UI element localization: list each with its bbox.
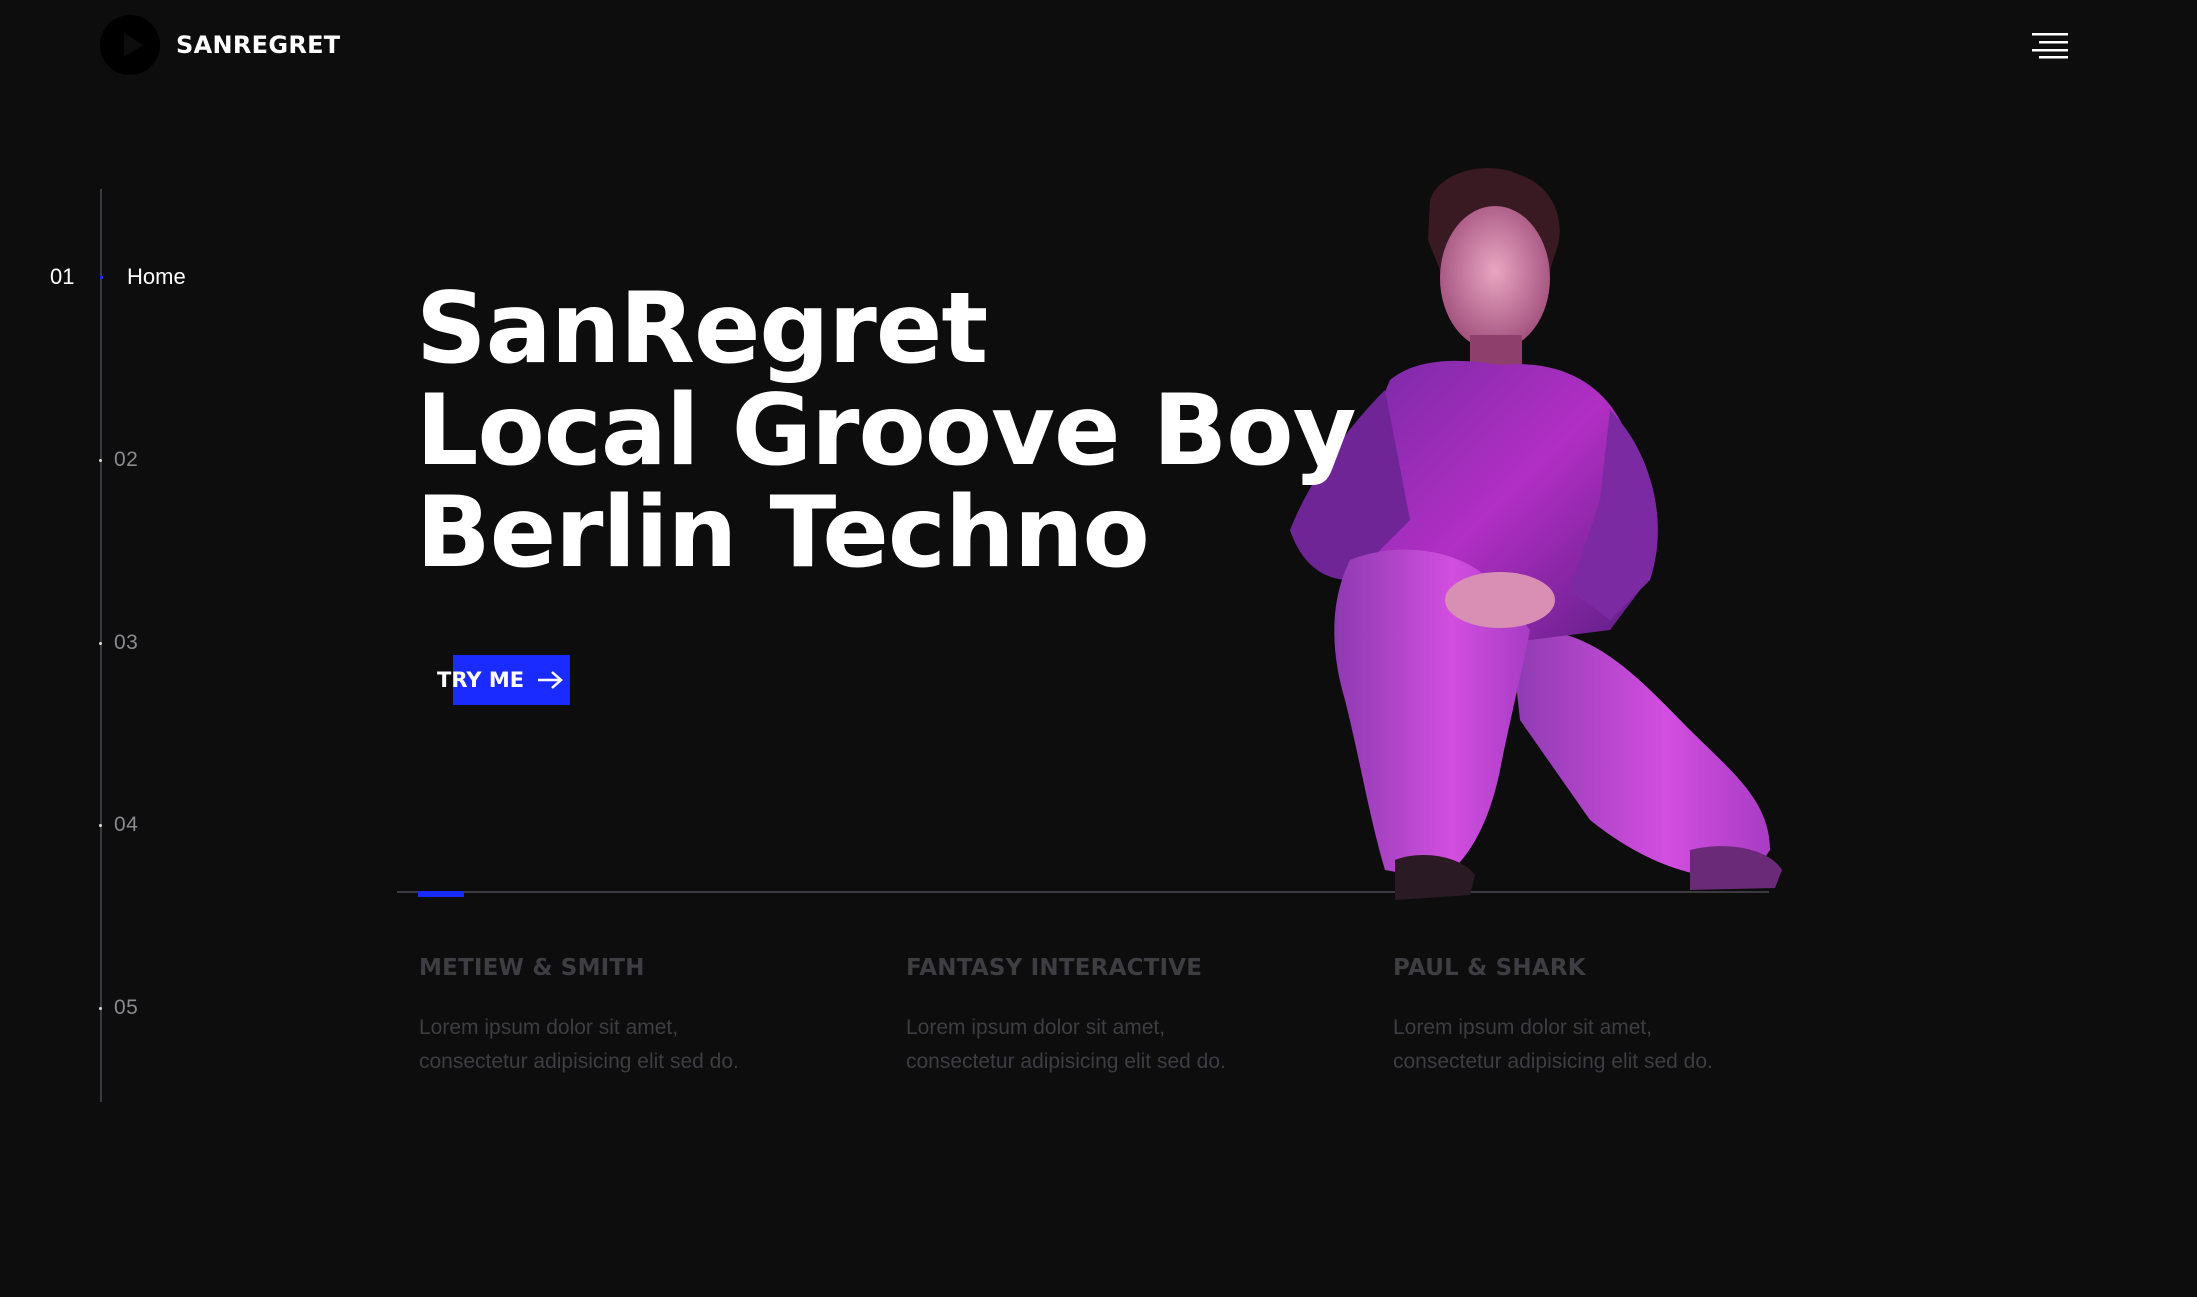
section-nav-number: 02 — [114, 448, 139, 471]
section-nav-number: 01 — [50, 264, 75, 289]
hero-title: SanRegret Local Groove Boy Berlin Techno — [416, 278, 1356, 584]
section-nav-dot — [99, 824, 102, 827]
section-nav-dot — [99, 459, 102, 462]
play-icon — [100, 15, 160, 75]
section-nav-line — [100, 189, 102, 1102]
section-nav-number: 05 — [114, 996, 139, 1019]
hero-title-line: Local Groove Boy — [416, 374, 1356, 488]
client-description: Lorem ipsum dolor sit amet, consectetur … — [1393, 1011, 1833, 1079]
client-description-line: Lorem ipsum dolor sit amet, — [906, 1016, 1166, 1039]
client-description-line: consectetur adipisicing elit sed do. — [1393, 1050, 1713, 1073]
client-name: PAUL & SHARK — [1393, 955, 1586, 981]
try-me-button[interactable]: TRY ME — [437, 655, 570, 705]
section-nav-dot — [99, 642, 102, 645]
arrow-right-icon — [538, 671, 563, 689]
section-nav-dot — [99, 1007, 102, 1010]
client-name: FANTASY INTERACTIVE — [906, 955, 1203, 981]
client-description: Lorem ipsum dolor sit amet, consectetur … — [419, 1011, 859, 1079]
client-card: FANTASY INTERACTIVE Lorem ipsum dolor si… — [906, 955, 1346, 1079]
client-name: METIEW & SMITH — [419, 955, 645, 981]
client-description-line: consectetur adipisicing elit sed do. — [419, 1050, 739, 1073]
client-description-line: consectetur adipisicing elit sed do. — [906, 1050, 1226, 1073]
client-description-line: Lorem ipsum dolor sit amet, — [1393, 1016, 1653, 1039]
section-nav-label: Home — [127, 264, 186, 289]
brand-logo[interactable]: SANREGRET — [100, 15, 340, 75]
section-nav-number: 04 — [114, 813, 139, 836]
hero-title-line: SanRegret — [416, 272, 988, 386]
client-description: Lorem ipsum dolor sit amet, consectetur … — [906, 1011, 1346, 1079]
brand-name: SANREGRET — [176, 31, 341, 59]
client-card: PAUL & SHARK Lorem ipsum dolor sit amet,… — [1393, 955, 1833, 1079]
hero-title-line: Berlin Techno — [416, 476, 1150, 590]
client-description-line: Lorem ipsum dolor sit amet, — [419, 1016, 679, 1039]
hamburger-menu-icon[interactable] — [2032, 33, 2068, 59]
try-me-button-label: TRY ME — [437, 668, 525, 692]
section-nav-active-marker — [100, 276, 103, 279]
section-nav-number: 03 — [114, 631, 139, 654]
client-card: METIEW & SMITH Lorem ipsum dolor sit ame… — [419, 955, 859, 1079]
slider-progress — [418, 891, 464, 897]
